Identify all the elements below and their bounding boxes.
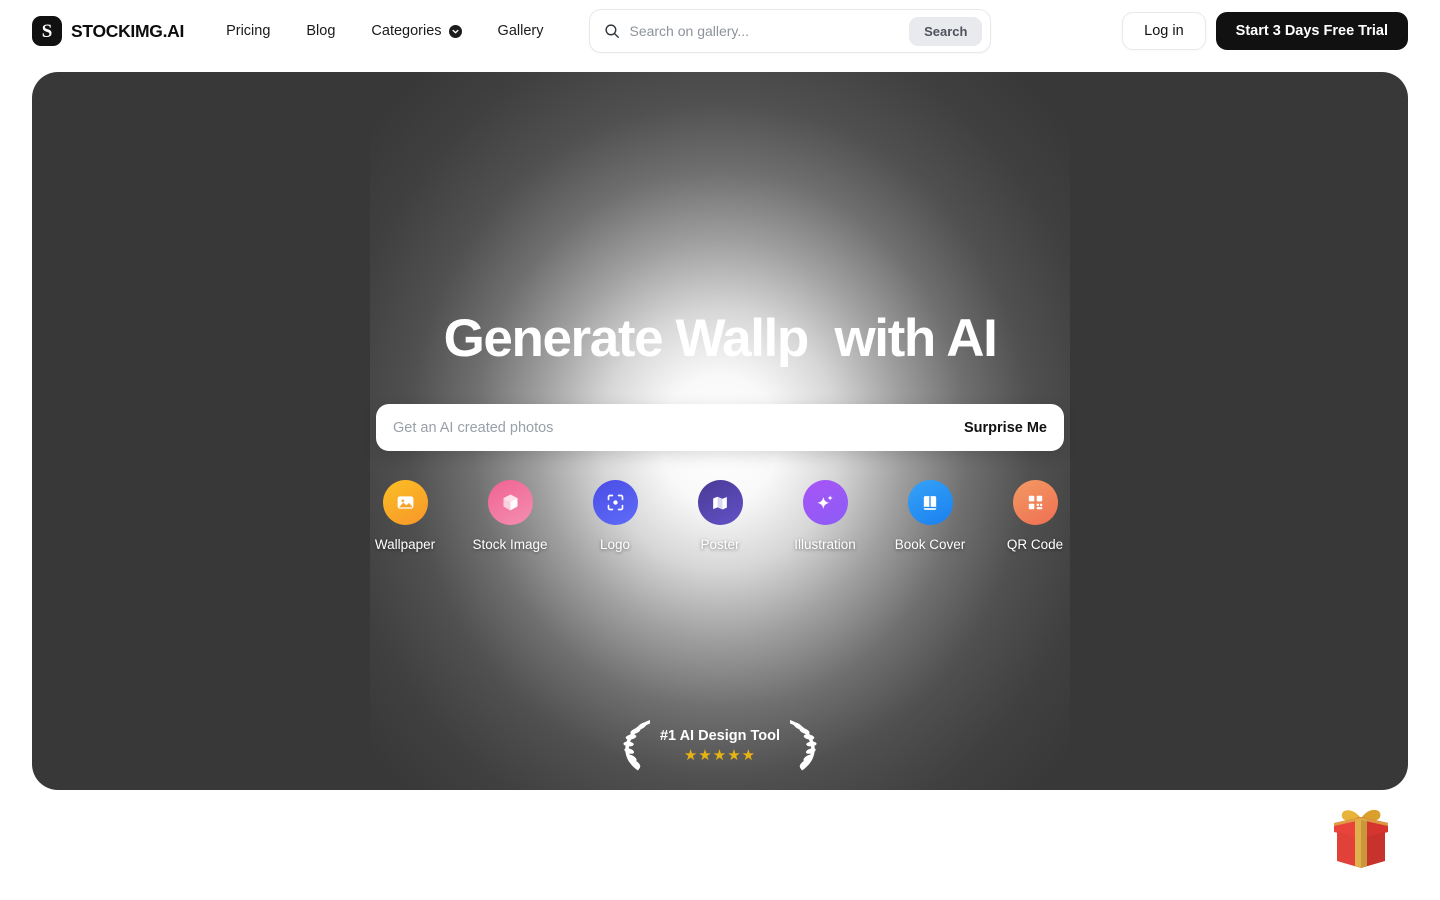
laurel-left-icon — [620, 717, 656, 773]
prompt-bar[interactable]: Surprise Me — [376, 404, 1064, 452]
search-input[interactable] — [629, 23, 910, 39]
main-nav: Pricing Blog Categories Gallery — [208, 15, 561, 47]
search-button[interactable]: Search — [909, 16, 983, 46]
nav-item-label: Pricing — [226, 23, 271, 39]
map-icon — [697, 480, 743, 526]
category-poster[interactable]: Poster — [689, 480, 751, 552]
book-icon — [907, 480, 953, 526]
award-badge-content: #1 AI Design Tool ★★★★★ — [658, 728, 782, 763]
nav-item-gallery[interactable]: Gallery — [480, 15, 562, 47]
award-badge: #1 AI Design Tool ★★★★★ — [620, 717, 820, 773]
category-logo[interactable]: Logo — [584, 480, 646, 552]
focus-icon — [592, 480, 638, 526]
category-stock-image[interactable]: Stock Image — [472, 480, 548, 552]
stockimg-logo-icon: S — [32, 16, 62, 46]
category-label: Poster — [700, 537, 740, 553]
star-rating-icon: ★★★★★ — [683, 746, 757, 764]
category-shortcuts: Wallpaper Stock Image Logo Poster Illust… — [374, 480, 1066, 552]
start-free-trial-button[interactable]: Start 3 Days Free Trial — [1215, 12, 1408, 50]
category-label: Stock Image — [472, 537, 548, 553]
brand-name: STOCKIMG.AI — [71, 20, 185, 41]
award-badge-title: #1 AI Design Tool — [659, 727, 781, 744]
category-label: QR Code — [1006, 537, 1064, 553]
gift-box-icon[interactable] — [1324, 800, 1398, 874]
category-qr-code[interactable]: QR Code — [1004, 480, 1066, 552]
sparkle-icon — [802, 480, 848, 526]
image-icon — [382, 480, 428, 526]
nav-item-label: Blog — [306, 23, 336, 39]
search-icon — [604, 23, 620, 39]
box-icon — [487, 480, 533, 526]
brand-logo[interactable]: S STOCKIMG.AI — [32, 16, 184, 46]
hero-section: Generate Wallp with AI Surprise Me Wallp… — [32, 72, 1408, 790]
page-title: Generate Wallp with AI — [443, 309, 998, 368]
laurel-right-icon — [784, 717, 820, 773]
nav-item-label: Categories — [371, 23, 442, 39]
nav-item-label: Gallery — [497, 23, 544, 39]
qr-code-icon — [1012, 480, 1058, 526]
header-actions: Log in Start 3 Days Free Trial — [1122, 12, 1408, 50]
category-label: Wallpaper — [374, 537, 436, 553]
nav-item-categories[interactable]: Categories — [353, 15, 479, 47]
gallery-search-bar[interactable]: Search — [589, 9, 992, 53]
surprise-me-button[interactable]: Surprise Me — [952, 416, 1047, 440]
chevron-down-icon — [448, 24, 462, 38]
nav-item-blog[interactable]: Blog — [288, 15, 353, 47]
category-label: Logo — [599, 537, 631, 553]
category-label: Illustration — [794, 537, 856, 553]
prompt-input[interactable] — [393, 419, 952, 436]
login-button[interactable]: Log in — [1122, 12, 1206, 50]
nav-item-pricing[interactable]: Pricing — [208, 15, 288, 47]
category-label: Book Cover — [894, 537, 966, 553]
category-wallpaper[interactable]: Wallpaper — [374, 480, 436, 552]
category-illustration[interactable]: Illustration — [794, 480, 856, 552]
site-header: S STOCKIMG.AI Pricing Blog Categories Ga… — [0, 0, 1440, 62]
category-book-cover[interactable]: Book Cover — [895, 480, 965, 552]
